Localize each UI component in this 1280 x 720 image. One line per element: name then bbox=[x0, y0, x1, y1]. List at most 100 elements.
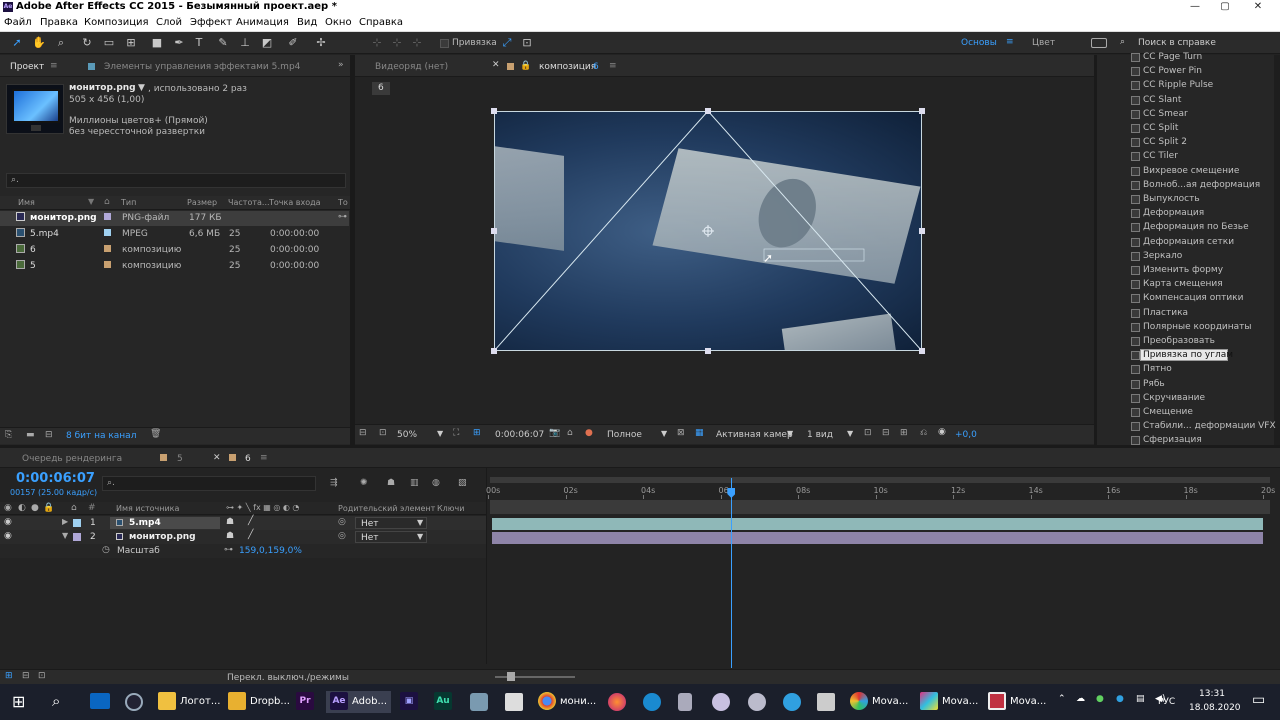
windows-start-icon[interactable]: ⊞ bbox=[12, 692, 25, 711]
parent-dropdown[interactable]: Нет ▼ bbox=[355, 517, 427, 529]
quality-switch-icon[interactable]: ╱ bbox=[248, 530, 253, 540]
firefox-icon[interactable] bbox=[608, 693, 626, 711]
brush-tool-icon[interactable]: ✎ bbox=[216, 36, 230, 50]
axis-view-icon[interactable]: ⊹ bbox=[410, 36, 424, 50]
tray-app-icon[interactable]: ● bbox=[1096, 694, 1104, 704]
pick-whip-icon[interactable]: ◎ bbox=[338, 531, 346, 541]
menu-view[interactable]: Вид bbox=[297, 17, 317, 28]
menu-effect[interactable]: Эффект bbox=[190, 17, 232, 28]
tray-cloud-icon[interactable]: ☁ bbox=[1076, 694, 1085, 704]
workspace-essentials[interactable]: Основы bbox=[961, 38, 997, 48]
close-icon[interactable]: ✕ bbox=[1243, 0, 1273, 15]
project-search-input[interactable]: ⌕. bbox=[6, 173, 346, 188]
transparency-grid-icon[interactable]: ⊠ bbox=[677, 428, 685, 438]
menu-composition[interactable]: Композиция bbox=[84, 17, 149, 28]
taskbar-app-movavi-3[interactable]: Mova... bbox=[988, 691, 1046, 713]
pick-whip-icon[interactable]: ◎ bbox=[338, 517, 346, 527]
draft-3d-icon[interactable]: ✺ bbox=[360, 478, 368, 488]
views-dropdown[interactable]: 1 вид bbox=[807, 430, 833, 440]
fast-preview-icon[interactable]: ⊟ bbox=[882, 428, 890, 438]
project-item-row[interactable]: монитор.png PNG-файл 177 КБ ⊶ bbox=[0, 211, 349, 226]
rotate-tool-icon[interactable]: ↻ bbox=[80, 36, 94, 50]
trash-icon[interactable]: 🗑 bbox=[150, 429, 161, 439]
tab-comp-6[interactable]: 6 bbox=[245, 454, 251, 464]
layer-bounding-box[interactable] bbox=[494, 111, 922, 351]
handle-bottom-right[interactable] bbox=[919, 348, 925, 354]
property-value[interactable]: 159,0,159,0% bbox=[239, 546, 302, 556]
snap-option-2-icon[interactable]: ⊡ bbox=[520, 36, 534, 50]
stopwatch-icon[interactable]: ◷ bbox=[102, 545, 110, 555]
col-rate[interactable]: Частота... bbox=[228, 198, 270, 207]
handle-mid-left[interactable] bbox=[491, 228, 497, 234]
puppet-pin-tool-icon[interactable]: ✢ bbox=[314, 36, 328, 50]
layer-bar-2[interactable] bbox=[492, 532, 1263, 544]
item-label-color[interactable] bbox=[104, 213, 111, 220]
col-source-name[interactable]: Имя источника bbox=[116, 504, 179, 513]
layer-row-1[interactable]: ◉ ▶ 1 5.mp4 ☗ ╱ ◎ Нет ▼ bbox=[0, 516, 486, 530]
work-area-bar[interactable] bbox=[490, 500, 1270, 514]
snap-checkbox[interactable] bbox=[440, 39, 449, 48]
edge-icon[interactable] bbox=[643, 693, 661, 711]
menu-layer[interactable]: Слой bbox=[156, 17, 182, 28]
tab-composition[interactable]: композиция bbox=[539, 62, 596, 72]
rectangle-tool-icon[interactable]: ■ bbox=[150, 36, 164, 50]
tab-menu-icon[interactable]: ≡ bbox=[50, 61, 58, 71]
tab-footage[interactable]: Видеоряд (нет) bbox=[375, 62, 448, 72]
mail-icon[interactable] bbox=[90, 693, 110, 709]
hand-tool-icon[interactable]: ✋ bbox=[32, 36, 46, 50]
new-composition-icon[interactable]: ⊟ bbox=[45, 430, 53, 440]
handle-mid-right[interactable] bbox=[919, 228, 925, 234]
visibility-toggle-icon[interactable]: ◉ bbox=[4, 517, 12, 527]
axis-local-icon[interactable]: ⊹ bbox=[370, 36, 384, 50]
taskbar-app-folder[interactable]: Логот... bbox=[158, 691, 220, 713]
layer-row-2[interactable]: ◉ ▼ 2 монитор.png ☗ ╱ ◎ Нет ▼ bbox=[0, 530, 486, 544]
handle-top-left[interactable] bbox=[491, 108, 497, 114]
obs-icon[interactable] bbox=[125, 693, 143, 711]
notes-app-icon[interactable] bbox=[470, 693, 488, 711]
col-type[interactable]: Тип bbox=[121, 198, 136, 207]
eraser-tool-icon[interactable]: ◩ bbox=[260, 36, 274, 50]
window-app-icon[interactable] bbox=[817, 693, 835, 711]
taskbar-app-movavi-1[interactable]: Mova... bbox=[850, 691, 908, 713]
clock-date[interactable]: 18.08.2020 bbox=[1189, 703, 1241, 713]
col-size[interactable]: Размер bbox=[187, 198, 217, 207]
divider-right[interactable] bbox=[1094, 55, 1097, 445]
constrain-proportions-icon[interactable]: ⊶ bbox=[224, 545, 233, 555]
tray-telegram-icon[interactable]: ● bbox=[1116, 694, 1124, 704]
shy-switch-icon[interactable]: ☗ bbox=[226, 517, 234, 527]
toggle-mask-icon[interactable]: ▦ bbox=[695, 428, 704, 438]
comp-breadcrumb[interactable]: 6 bbox=[372, 82, 390, 95]
tray-network-icon[interactable]: ▤ bbox=[1136, 694, 1145, 704]
handle-bottom-left[interactable] bbox=[491, 348, 497, 354]
quality-dropdown[interactable]: Полное bbox=[607, 430, 642, 440]
preview-dropdown-icon[interactable]: ▼ bbox=[138, 83, 145, 93]
lock-icon[interactable]: 🔒 bbox=[520, 61, 531, 71]
comp-mini-flowchart-icon[interactable]: ⇶ bbox=[330, 478, 338, 488]
handle-bottom-center[interactable] bbox=[705, 348, 711, 354]
taskbar-app-after-effects[interactable]: Ae Adob... bbox=[326, 691, 392, 713]
microphone-app-icon[interactable] bbox=[678, 693, 692, 711]
type-tool-icon[interactable]: T bbox=[192, 36, 206, 50]
col-extra[interactable]: То bbox=[338, 198, 348, 207]
exposure-value[interactable]: +0,0 bbox=[955, 430, 977, 440]
quality-switch-icon[interactable]: ╱ bbox=[248, 516, 253, 526]
label-col-icon[interactable]: ⌂ bbox=[104, 197, 110, 207]
zoom-slider-thumb[interactable] bbox=[507, 672, 515, 681]
camera-dropdown[interactable]: Активная камер bbox=[716, 430, 793, 440]
minimize-icon[interactable]: — bbox=[1180, 0, 1210, 15]
col-keys[interactable]: Ключи bbox=[437, 504, 464, 513]
graph-editor-icon[interactable]: ▨ bbox=[458, 478, 467, 488]
item-label-color[interactable] bbox=[104, 229, 111, 236]
expand-layer-icon[interactable]: ▶ bbox=[62, 517, 68, 526]
tab-comp-5[interactable]: 5 bbox=[177, 454, 183, 464]
layer-label-color[interactable] bbox=[73, 519, 81, 527]
menu-window[interactable]: Окно bbox=[325, 17, 352, 28]
tools-app-icon[interactable] bbox=[712, 693, 730, 711]
duration-pane-icon[interactable]: ⊡ bbox=[38, 671, 46, 681]
taskbar-app-dropbox[interactable]: Dropb... bbox=[228, 691, 290, 713]
effects-scrollbar[interactable] bbox=[1274, 55, 1280, 445]
timeline-timecode[interactable]: 0:00:06:07 bbox=[16, 471, 95, 486]
handle-top-right[interactable] bbox=[919, 108, 925, 114]
menu-edit[interactable]: Правка bbox=[40, 17, 78, 28]
taskbar-app-encoder[interactable]: ▣ bbox=[400, 691, 422, 713]
